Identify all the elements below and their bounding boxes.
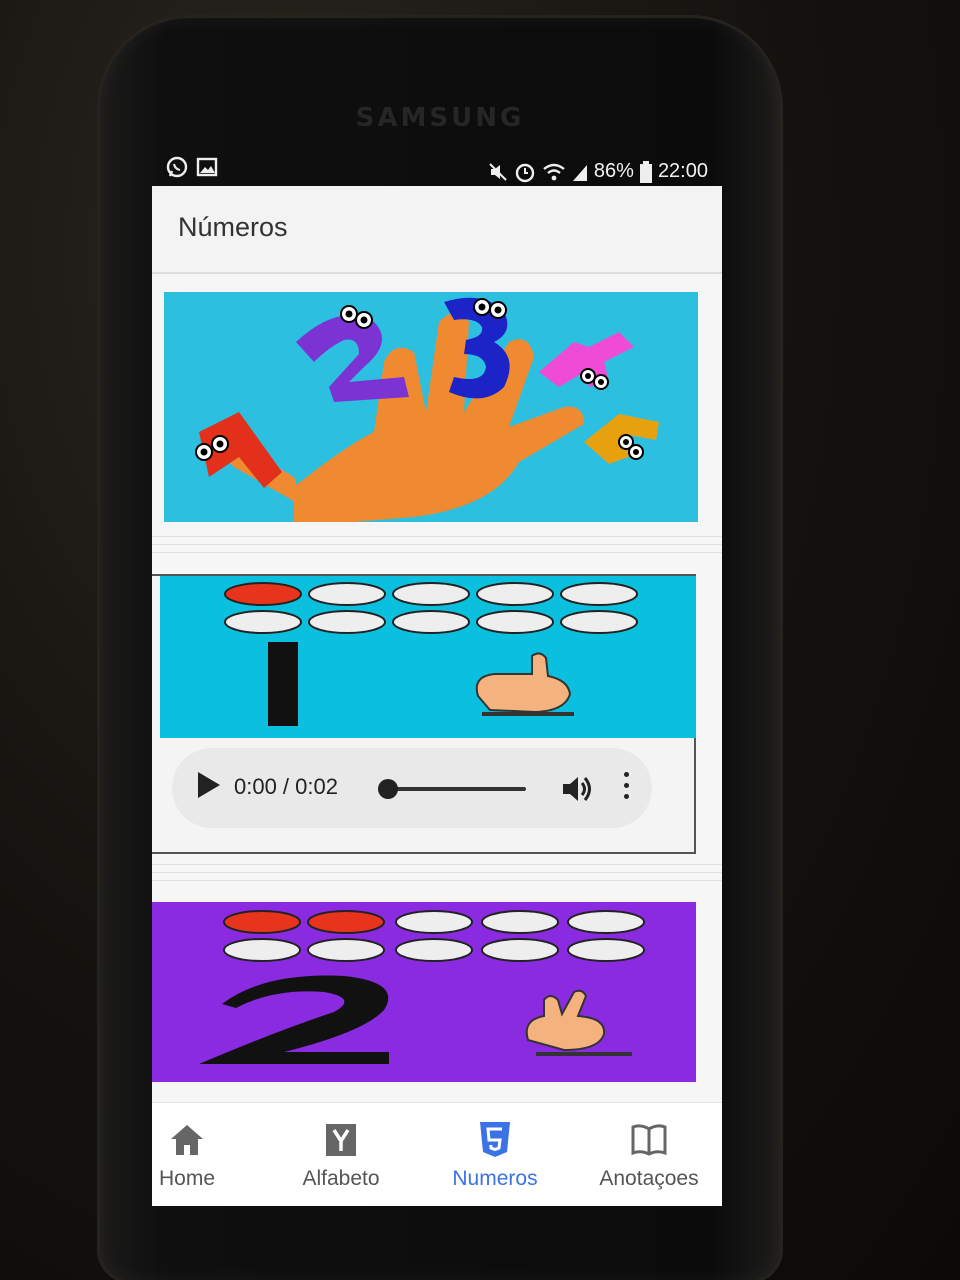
app-bar: Números [152, 186, 722, 274]
audio-time: 0:00 / 0:02 [234, 774, 338, 799]
more-options-icon[interactable] [624, 772, 630, 806]
audio-seek-track[interactable] [386, 787, 526, 791]
number-one-counting-illustration [160, 576, 696, 738]
divider [152, 880, 722, 881]
hand-numbers-illustration [164, 292, 698, 522]
whatsapp-icon [166, 156, 188, 178]
divider [152, 552, 722, 553]
device-brand: SAMSUNG [355, 103, 525, 133]
clock: 22:00 [657, 160, 708, 182]
audio-seek-thumb[interactable] [378, 779, 398, 799]
tab-anotacoes-label: Anotaçoes [599, 1167, 699, 1190]
bottom-tab-bar: Home Alfabeto Numeros Anotaçoes [152, 1102, 722, 1206]
tab-numeros[interactable]: Numeros [418, 1103, 572, 1206]
tab-home[interactable]: Home [152, 1103, 264, 1206]
divider [152, 536, 722, 537]
book-icon [631, 1124, 667, 1156]
number-card: 0:00 / 0:02 [152, 574, 696, 854]
html5-icon [480, 1122, 510, 1157]
tab-alfabeto[interactable]: Alfabeto [264, 1103, 418, 1206]
tab-alfabeto-label: Alfabeto [302, 1167, 380, 1190]
number-two-counting-illustration [152, 902, 696, 1082]
tab-home-label: Home [158, 1167, 216, 1190]
tab-numeros-label: Numeros [452, 1167, 538, 1190]
status-bar: 86% 22:00 [160, 152, 720, 188]
y-letter-icon [326, 1124, 356, 1156]
battery-icon [639, 160, 652, 183]
content-list[interactable]: 0:00 / 0:02 [152, 274, 722, 1102]
tab-anotacoes[interactable]: Anotaçoes [572, 1103, 722, 1206]
page-title: Números [178, 212, 288, 242]
wifi-icon [543, 163, 565, 180]
audio-player[interactable]: 0:00 / 0:02 [172, 748, 652, 828]
divider [152, 544, 722, 545]
divider [152, 864, 722, 865]
app-screen: Números 0:00 / 0:02 Home Alfabeto Numero… [152, 186, 722, 1206]
battery-percent: 86% [593, 160, 634, 182]
mute-icon [489, 162, 507, 181]
alarm-icon [515, 163, 535, 182]
play-button[interactable] [198, 772, 220, 798]
signal-icon [572, 164, 587, 181]
home-icon [171, 1125, 203, 1155]
volume-icon[interactable] [560, 772, 594, 806]
divider [152, 872, 722, 873]
gallery-icon [196, 157, 218, 177]
